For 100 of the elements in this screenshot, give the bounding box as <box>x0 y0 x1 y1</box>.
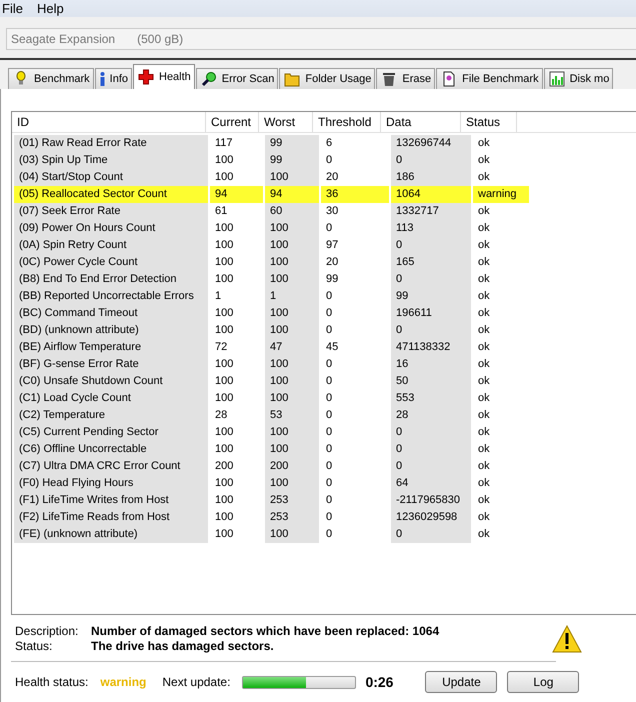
table-cell-text: 72 <box>214 340 228 355</box>
table-cell-text: 0 <box>325 476 334 491</box>
column-header[interactable]: Data <box>381 112 461 132</box>
table-cell-text: 0 <box>325 323 334 338</box>
table-cell: 0 <box>391 441 471 458</box>
table-cell: (BF) G-sense Error Rate <box>14 356 208 373</box>
table-cell: 100 <box>265 305 319 322</box>
tab[interactable]: File Benchmark <box>436 68 543 89</box>
table-cell: 100 <box>265 169 319 186</box>
table-cell-text: ok <box>477 153 491 168</box>
table-cell-text: 0 <box>325 493 334 508</box>
table-cell: 113 <box>391 220 471 237</box>
table-cell-text: ok <box>477 357 491 372</box>
table-cell-text: ok <box>477 493 491 508</box>
status-label: Status: <box>15 638 54 652</box>
table-cell-text: 100 <box>214 527 234 542</box>
column-header[interactable]: Worst <box>259 112 313 132</box>
table-cell-text: 100 <box>214 221 234 236</box>
tab[interactable]: Health <box>133 64 195 89</box>
tab[interactable]: Disk mo <box>544 68 614 89</box>
tab[interactable]: Benchmark <box>8 68 94 89</box>
table-cell-text: ok <box>477 221 491 236</box>
column-header[interactable]: Status <box>461 112 517 132</box>
info-icon <box>100 71 105 87</box>
table-cell: 36 <box>321 186 389 203</box>
status-text: The drive has damaged sectors. <box>91 638 275 652</box>
table-cell: 165 <box>391 254 471 271</box>
table-cell-text: 100 <box>214 255 234 270</box>
table-cell-text: ok <box>477 238 491 253</box>
table-cell: 100 <box>265 237 319 254</box>
table-cell: (0C) Power Cycle Count <box>14 254 208 271</box>
table-cell: 47 <box>265 339 319 356</box>
action-button[interactable]: Log <box>507 671 580 693</box>
table-cell-text: ok <box>477 255 491 270</box>
table-cell-text: 0 <box>325 442 334 457</box>
table-cell: 253 <box>265 509 319 526</box>
table-cell-text: 45 <box>325 340 340 355</box>
table-cell: (BD) (unknown attribute) <box>14 322 208 339</box>
table-cell-text: ok <box>477 510 491 525</box>
table-cell: (04) Start/Stop Count <box>14 169 208 186</box>
table-cell-text: 117 <box>214 136 234 151</box>
table-cell-text: ok <box>477 204 491 219</box>
table-cell-text: ok <box>477 323 491 338</box>
table-cell-text: ok <box>477 476 491 491</box>
table-cell-text: 20 <box>325 255 340 270</box>
table-cell: 50 <box>391 373 471 390</box>
column-header[interactable]: Threshold <box>313 112 381 132</box>
table-cell-text: 20 <box>325 170 340 185</box>
table-cell: 100 <box>265 271 319 288</box>
table-cell-text: 97 <box>325 238 340 253</box>
table-cell-text: 0 <box>325 153 334 168</box>
tab[interactable]: Folder Usage <box>279 68 376 89</box>
table-cell: 28 <box>391 407 471 424</box>
table-cell: warning <box>473 186 529 203</box>
health-status-value: warning <box>100 675 146 689</box>
table-cell: 0 <box>391 322 471 339</box>
table-cell: (BB) Reported Uncorrectable Errors <box>14 288 208 305</box>
table-cell: 53 <box>265 407 319 424</box>
drive-select[interactable]: Seagate Expansion (500 gB) <box>6 28 636 50</box>
table-cell: (BE) Airflow Temperature <box>14 339 208 356</box>
table-cell: 100 <box>265 424 319 441</box>
table-cell: 100 <box>265 390 319 407</box>
table-cell-text: ok <box>477 408 491 423</box>
tab[interactable]: Error Scan <box>196 68 278 89</box>
table-cell-text: 100 <box>214 238 234 253</box>
table-cell: (05) Reallocated Sector Count <box>14 186 208 203</box>
table-cell: (01) Raw Read Error Rate <box>14 135 208 152</box>
folder-icon <box>284 71 300 87</box>
table-cell-text: ok <box>477 391 491 406</box>
table-cell-text: 0 <box>325 408 334 423</box>
tab[interactable]: Info <box>94 68 132 89</box>
tab[interactable]: Erase <box>376 68 436 89</box>
column-header[interactable]: Current <box>206 112 259 132</box>
table-cell-text: ok <box>477 306 491 321</box>
table-cell: (B8) End To End Error Detection <box>14 271 208 288</box>
table-cell: (C0) Unsafe Shutdown Count <box>14 373 208 390</box>
table-cell-text: 100 <box>214 442 234 457</box>
table-cell: 1332717 <box>391 203 471 220</box>
table-cell-text: 200 <box>214 459 234 474</box>
table-cell-text: 100 <box>214 374 234 389</box>
description-text: Number of damaged sectors which have been replaced: 1064 <box>91 624 440 638</box>
menu-item[interactable]: Help <box>36 1 64 16</box>
table-cell: 132696744 <box>391 135 471 152</box>
table-cell-text: ok <box>477 425 491 440</box>
table-cell: 1 <box>265 288 319 305</box>
table-cell-text: 100 <box>214 357 234 372</box>
table-cell: 99 <box>265 152 319 169</box>
column-header[interactable]: ID <box>12 112 206 132</box>
table-cell-text: 100 <box>214 306 234 321</box>
menu-item[interactable]: File <box>2 1 23 16</box>
table-cell-text: 100 <box>214 476 234 491</box>
table-cell: (C6) Offline Uncorrectable <box>14 441 208 458</box>
table-cell: 100 <box>265 373 319 390</box>
table-cell-text: 30 <box>325 204 340 219</box>
table-cell-text: 100 <box>214 170 234 185</box>
table-cell: 64 <box>391 475 471 492</box>
action-button[interactable]: Update <box>425 671 498 693</box>
table-cell: 1064 <box>391 186 471 203</box>
table-cell: 196611 <box>391 305 471 322</box>
table-cell: (F0) Head Flying Hours <box>14 475 208 492</box>
